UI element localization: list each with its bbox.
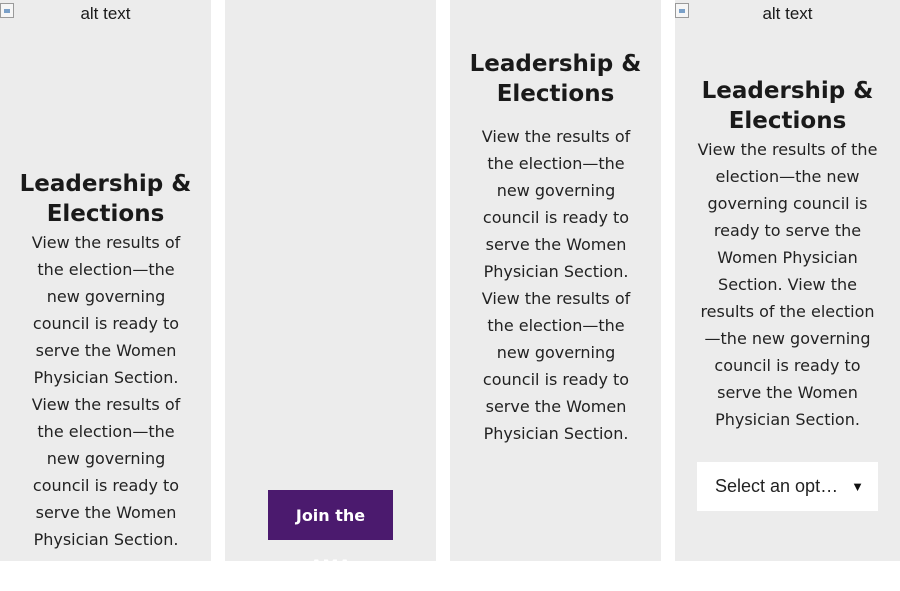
card-description: View the results of the election—the new… (31, 233, 181, 549)
card-title[interactable]: Leadership & Elections (450, 49, 661, 109)
card-title-line-2: Elections (496, 81, 615, 107)
broken-image-icon (675, 3, 689, 18)
card-leadership-elections-1: alt text Leadership & Elections View the… (0, 0, 211, 561)
image-alt-text: alt text (80, 4, 131, 23)
card-title-line-1: Leadership & (701, 78, 874, 104)
card-image: alt text (0, 0, 211, 30)
card-description: View the results of the election—the new… (481, 127, 631, 443)
broken-image-icon (0, 3, 14, 18)
card-title[interactable]: Leadership & Elections (0, 169, 211, 229)
card-description: View the results of the election—the new… (697, 140, 878, 429)
join-the-ama-button[interactable]: Join the AMA (268, 490, 393, 575)
card-leadership-elections-3: alt text Leadership & Elections View the… (675, 0, 900, 561)
select-current-value: Select an opt… (715, 476, 839, 496)
card-join: Join the AMA (225, 0, 436, 575)
card-title[interactable]: Leadership & Elections (675, 76, 900, 136)
card-title-line-2: Elections (46, 201, 165, 227)
card-title-line-1: Leadership & (19, 171, 192, 197)
card-title-line-2: Elections (728, 108, 847, 134)
card-title-line-1: Leadership & (469, 51, 642, 77)
card-image: alt text (675, 0, 900, 30)
card-leadership-elections-2: Leadership & Elections View the results … (450, 0, 661, 561)
image-alt-text: alt text (762, 4, 813, 23)
option-select[interactable]: Select an opt… ▼ (697, 462, 878, 511)
chevron-down-icon: ▼ (851, 479, 864, 494)
